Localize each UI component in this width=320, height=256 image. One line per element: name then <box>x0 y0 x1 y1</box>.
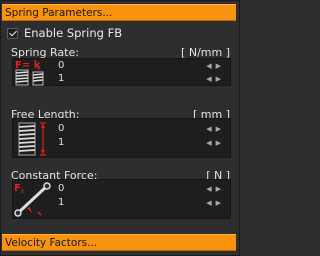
constant-force-spinner-2[interactable]: 1 ◀▶ <box>55 197 230 209</box>
constant-force-arrows-1[interactable]: ◀▶ <box>206 183 225 195</box>
constant-force-arrows-2[interactable]: ◀▶ <box>206 197 225 209</box>
svg-text:x: x <box>37 65 41 72</box>
free-length-value-2[interactable]: 1 <box>58 137 64 149</box>
enable-spring-label: Enable Spring FB <box>24 26 123 40</box>
spring-rate-spinner-1[interactable]: 0 ◀▶ <box>55 60 230 72</box>
spring-rate-spinner-2[interactable]: 1 ◀▶ <box>55 73 230 85</box>
free-length-spinner-2[interactable]: 1 ◀▶ <box>55 137 230 149</box>
spring-rate-value-1[interactable]: 0 <box>58 60 64 72</box>
free-length-spinner-1[interactable]: 0 ◀▶ <box>55 123 230 135</box>
free-length-field: 0 ◀▶ 1 ◀▶ <box>12 118 231 158</box>
constant-force-value-2[interactable]: 1 <box>58 197 64 209</box>
free-length-icon <box>13 119 55 157</box>
free-length-value-1[interactable]: 0 <box>58 123 64 135</box>
svg-text:k: k <box>21 188 25 195</box>
constant-force-value-1[interactable]: 0 <box>58 183 64 195</box>
velocity-factors-header[interactable]: Velocity Factors... <box>2 234 236 251</box>
constant-force-icon: F k <box>13 180 55 218</box>
enable-spring-checkbox[interactable] <box>7 27 18 39</box>
constant-force-field: F k 0 ◀▶ 1 ◀▶ <box>12 179 231 219</box>
constant-force-spinner-1[interactable]: 0 ◀▶ <box>55 183 230 195</box>
spring-rate-field: F= k x 0 ◀▶ 1 ◀▶ <box>12 58 231 86</box>
free-length-arrows-2[interactable]: ◀▶ <box>206 137 225 149</box>
spring-parameters-header[interactable]: Spring Parameters... <box>2 4 236 21</box>
enable-spring-checkbox-row[interactable]: Enable Spring FB <box>7 26 122 40</box>
spring-rate-arrows-1[interactable]: ◀▶ <box>206 60 225 72</box>
spring-rate-value-2[interactable]: 1 <box>58 73 64 85</box>
spring-rate-arrows-2[interactable]: ◀▶ <box>206 73 225 85</box>
free-length-arrows-1[interactable]: ◀▶ <box>206 123 225 135</box>
spring-rate-icon: F= k x <box>13 59 55 86</box>
svg-text:F: F <box>14 183 21 194</box>
